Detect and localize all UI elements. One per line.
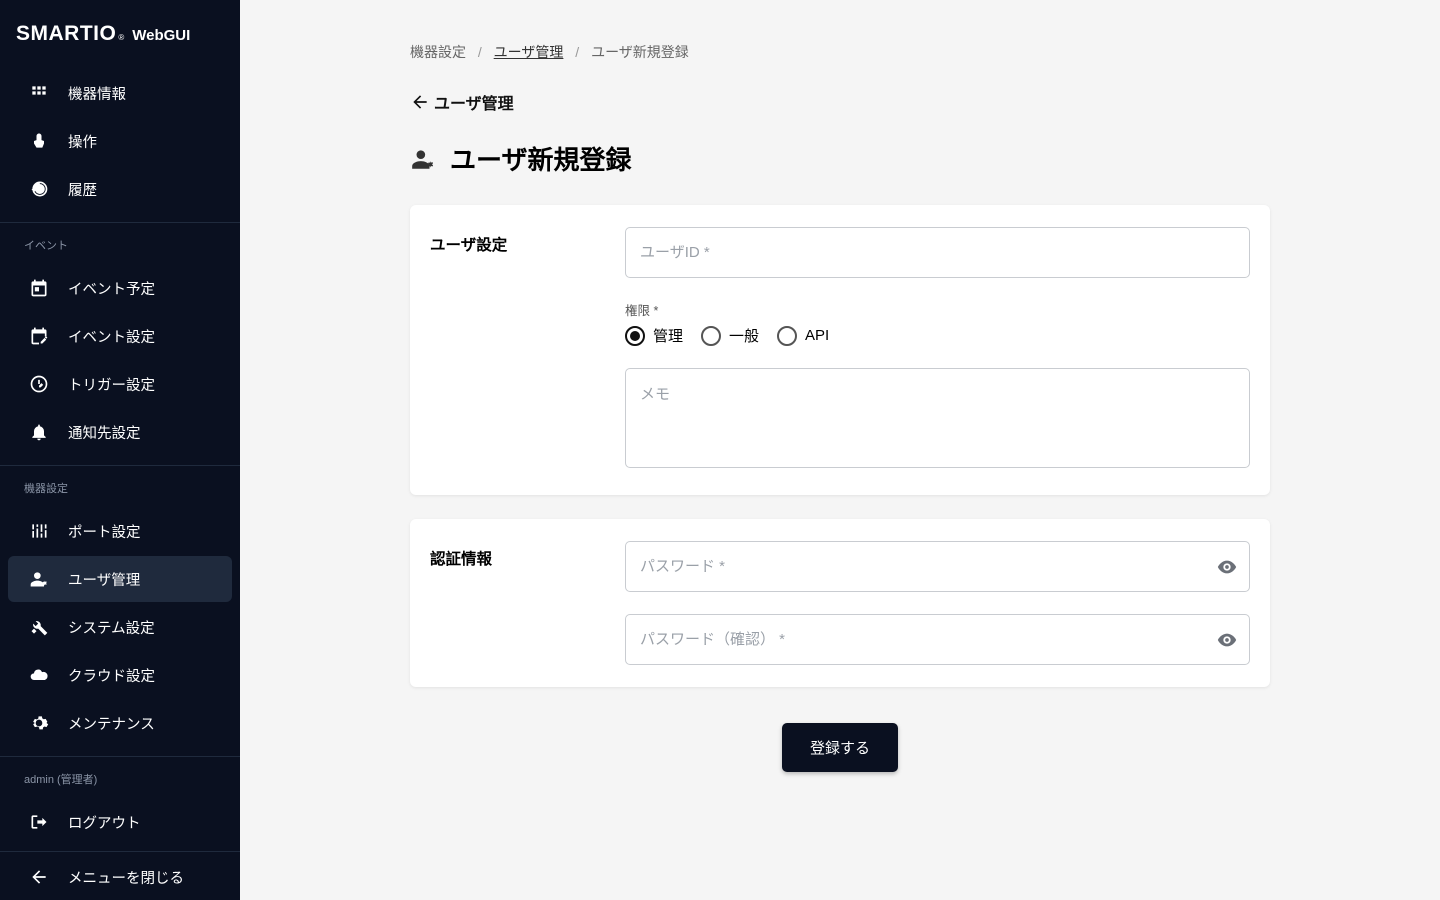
nav-label: 通知先設定 (68, 422, 141, 443)
radio-icon (701, 326, 721, 346)
nav-item-logout[interactable]: ログアウト (8, 799, 232, 845)
nav-label: ログアウト (68, 812, 141, 833)
nav-label: イベント予定 (68, 278, 155, 299)
submit-button[interactable]: 登録する (782, 723, 898, 772)
nav-label: ユーザ管理 (68, 569, 140, 590)
radio-icon (625, 326, 645, 346)
nav-label: トリガー設定 (68, 374, 155, 395)
role-radio-api[interactable]: API (777, 326, 829, 346)
nav-item-history[interactable]: 履歴 (8, 166, 232, 212)
role-radio-admin[interactable]: 管理 (625, 325, 683, 346)
breadcrumb-current: ユーザ新規登録 (591, 44, 689, 60)
sidebar: SMARTIO® WebGUI 機器情報 操作 履歴 イベント イベント予定 イ… (0, 0, 240, 900)
section-label-device: 機器設定 (0, 466, 240, 502)
calendar-icon (28, 277, 50, 299)
eye-icon (1216, 629, 1238, 651)
section-label-event: イベント (0, 223, 240, 259)
card-label-auth: 認証情報 (430, 541, 625, 665)
nav-label: 操作 (68, 131, 97, 152)
user-id-input[interactable] (625, 227, 1250, 278)
calendar-edit-icon (28, 325, 50, 347)
radio-icon (777, 326, 797, 346)
nav-label: クラウド設定 (68, 665, 155, 686)
nav-item-trigger-settings[interactable]: トリガー設定 (8, 361, 232, 407)
nav-item-cloud-settings[interactable]: クラウド設定 (8, 652, 232, 698)
logo-reg: ® (118, 33, 124, 42)
toggle-password-confirm-visibility[interactable] (1216, 629, 1238, 651)
bell-icon (28, 421, 50, 443)
back-link[interactable]: ユーザ管理 (410, 90, 514, 114)
eye-icon (1216, 556, 1238, 578)
nav-label: イベント設定 (68, 326, 155, 347)
nav-item-operate[interactable]: 操作 (8, 118, 232, 164)
nav-label: ポート設定 (68, 521, 141, 542)
nav-item-event-settings[interactable]: イベント設定 (8, 313, 232, 359)
back-link-label: ユーザ管理 (434, 90, 514, 114)
radio-label: 管理 (653, 325, 683, 346)
page-title: ユーザ新規登録 (410, 140, 1270, 177)
logo: SMARTIO® WebGUI (0, 0, 240, 64)
role-radio-general[interactable]: 一般 (701, 325, 759, 346)
breadcrumb: 機器設定 / ユーザ管理 / ユーザ新規登録 (410, 42, 1270, 62)
touch-icon (28, 130, 50, 152)
nav-item-maintenance[interactable]: メンテナンス (8, 700, 232, 746)
radio-label: API (805, 327, 829, 344)
logout-icon (28, 811, 50, 833)
breadcrumb-item: 機器設定 (410, 44, 466, 60)
nav-label: 機器情報 (68, 83, 126, 104)
nav-item-close-menu[interactable]: メニューを閉じる (8, 854, 232, 900)
nav-item-user-management[interactable]: ユーザ管理 (8, 556, 232, 602)
nav-item-notification-settings[interactable]: 通知先設定 (8, 409, 232, 455)
card-label-user: ユーザ設定 (430, 227, 625, 473)
nav-item-device-info[interactable]: 機器情報 (8, 70, 232, 116)
password-confirm-input[interactable] (625, 614, 1250, 665)
main-content: 機器設定 / ユーザ管理 / ユーザ新規登録 ユーザ管理 ユーザ新規登録 ユーザ… (240, 0, 1440, 900)
card-auth-info: 認証情報 (410, 519, 1270, 687)
arrow-left-icon (28, 866, 50, 888)
role-field-label: 権限 * (625, 300, 1250, 319)
radio-label: 一般 (729, 325, 759, 346)
current-user-label: admin (管理者) (0, 757, 240, 793)
nav-label: メニューを閉じる (68, 867, 184, 888)
sliders-icon (28, 520, 50, 542)
toggle-password-visibility[interactable] (1216, 556, 1238, 578)
password-input[interactable] (625, 541, 1250, 592)
page-title-text: ユーザ新規登録 (450, 140, 631, 177)
memo-textarea[interactable] (625, 368, 1250, 468)
nav-label: メンテナンス (68, 713, 155, 734)
nav-label: 履歴 (68, 179, 97, 200)
logo-sub: WebGUI (132, 27, 190, 44)
gear-icon (28, 712, 50, 734)
nav-item-system-settings[interactable]: システム設定 (8, 604, 232, 650)
user-gear-icon (410, 146, 436, 172)
logo-main: SMARTIO (16, 22, 116, 46)
tools-icon (28, 616, 50, 638)
user-gear-icon (28, 568, 50, 590)
history-icon (28, 178, 50, 200)
cloud-icon (28, 664, 50, 686)
nav-label: システム設定 (68, 617, 155, 638)
apps-icon (28, 82, 50, 104)
breadcrumb-link-user-mgmt[interactable]: ユーザ管理 (494, 44, 564, 60)
nav-item-port-settings[interactable]: ポート設定 (8, 508, 232, 554)
trigger-icon (28, 373, 50, 395)
arrow-left-icon (410, 92, 430, 112)
card-user-settings: ユーザ設定 権限 * 管理 一般 (410, 205, 1270, 495)
nav-item-event-schedule[interactable]: イベント予定 (8, 265, 232, 311)
